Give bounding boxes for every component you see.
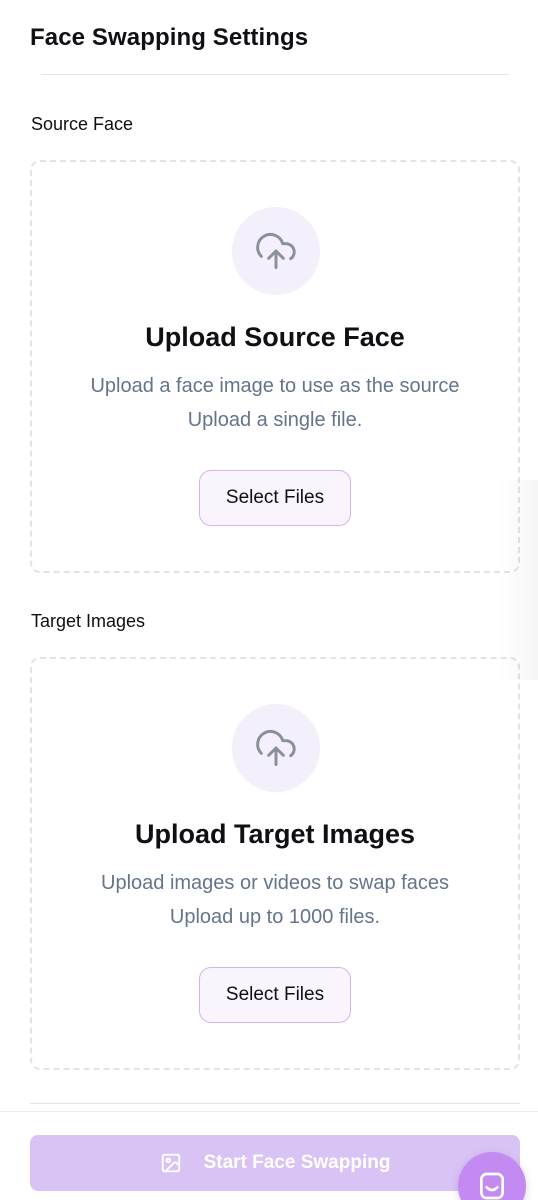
upload-cloud-icon [256,730,296,766]
source-upload-description: Upload a face image to use as the source [90,375,460,397]
start-button-label: Start Face Swapping [203,1152,391,1173]
source-face-dropzone[interactable]: Upload Source Face Upload a face image t… [30,160,520,573]
start-face-swapping-button[interactable]: Start Face Swapping [30,1135,520,1191]
face-swap-settings-panel: Face Swapping Settings Source Face Uploa… [0,0,538,1200]
target-upload-description: Upload images or videos to swap faces [101,872,449,894]
target-images-label: Target Images [31,611,146,631]
upload-cloud-icon [256,233,296,269]
image-icon [161,1153,180,1173]
chat-icon [480,1172,504,1200]
source-face-label: Source Face [31,114,134,134]
title-divider [41,74,509,75]
target-upload-limit: Upload up to 1000 files. [169,906,381,928]
content-divider [30,1103,520,1104]
source-upload-heading: Upload Source Face [145,322,405,352]
source-upload-limit: Upload a single file. [187,409,363,431]
target-select-files-button[interactable]: Select Files [199,967,351,1023]
target-upload-icon-circle [232,704,320,792]
target-upload-heading: Upload Target Images [134,819,416,849]
target-images-dropzone[interactable]: Upload Target Images Upload images or vi… [30,657,520,1070]
footer-divider [0,1111,538,1112]
source-select-files-button[interactable]: Select Files [199,470,351,526]
source-upload-icon-circle [232,207,320,295]
page-title: Face Swapping Settings [30,24,309,51]
